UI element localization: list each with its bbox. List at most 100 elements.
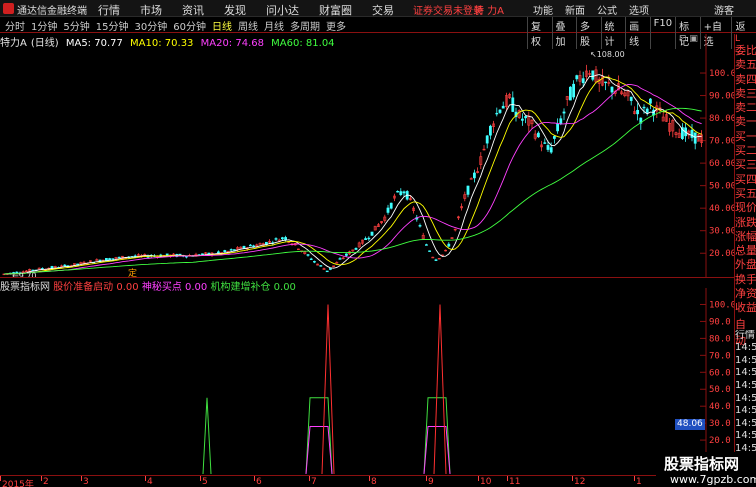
green-plateau <box>305 397 333 475</box>
tick-time-4: 14:5 <box>735 392 756 404</box>
indicator-tick-label: 30.0 <box>709 419 731 429</box>
ma5-line <box>3 74 702 275</box>
candle-body <box>229 249 233 251</box>
tick-time-6: 14:5 <box>735 417 756 429</box>
candle-body <box>447 243 451 247</box>
login-status[interactable]: 证券交易未登录 <box>413 2 483 17</box>
candle-body <box>636 109 640 115</box>
candle-body <box>338 258 342 260</box>
indicator-tick-label: 90.0 <box>709 317 731 327</box>
candle-body <box>402 191 406 194</box>
price-tick-label: 80.00 <box>709 114 734 124</box>
title-stock-name: 特 力A <box>474 6 505 17</box>
menu-formula[interactable]: 公式 <box>591 1 623 18</box>
kline-chart[interactable]: 20.00 30.00 40.00 50.00 60.00 70.00 80.00 90.00… <box>0 34 734 278</box>
indicator-tick-label: 70.0 <box>709 351 731 361</box>
candle-body <box>556 123 560 132</box>
candle-body <box>386 207 390 213</box>
price-tick-label: 90.00 <box>709 92 734 102</box>
x-tick-label: 8 <box>371 477 377 487</box>
x-tick <box>254 476 255 481</box>
indicator-tick-label: 100.0 <box>709 300 734 310</box>
quote-side-panel: L 委比 卖五 卖四 卖三 卖二 卖一 买一 买二 买三 买四 买五 现价 涨跌 涨幅 总量 外盘 换手 净资 收益… <box>734 34 756 487</box>
candle-body <box>562 111 566 114</box>
right-menu: 功能 新面 公式 选项 <box>527 1 655 18</box>
ma60-line <box>3 107 702 275</box>
quote-label-3: 卖三 <box>735 86 756 100</box>
x-tick <box>200 476 201 481</box>
quote-label-10: 买五 <box>735 186 756 200</box>
candle-body <box>485 135 489 144</box>
auto-label[interactable]: 自动 <box>735 316 756 347</box>
period-tabs: 分时 1分钟 5分钟 15分钟 30分钟 60分钟 日线 周线 月线 多周期 更多 <box>2 18 349 33</box>
candle-body <box>63 264 67 267</box>
candle-body <box>501 105 505 109</box>
period-tab-2[interactable]: 5分钟 <box>60 18 92 33</box>
price-tick-label: 100.0 <box>709 69 734 79</box>
x-tick-label: 2 <box>43 477 49 487</box>
watermark: 股票指标网 www.7gpzb.com <box>656 452 756 487</box>
current-value-badge: 48.06 <box>675 419 705 430</box>
period-tab-0[interactable]: 分时 <box>2 18 28 33</box>
period-tab-5[interactable]: 60分钟 <box>170 18 209 33</box>
candle-body <box>249 244 252 247</box>
price-tick-label: 40.00 <box>709 204 734 214</box>
period-tab-7[interactable]: 周线 <box>235 18 261 33</box>
price-tick-label: 70.00 <box>709 137 734 147</box>
period-tab-3[interactable]: 15分钟 <box>93 18 132 33</box>
indicator-chart[interactable]: 10.020.030.040.050.060.070.080.090.0100.… <box>0 288 734 476</box>
indicator-val1: 0.00 <box>116 282 139 293</box>
ma20-value: MA20: 74.68 <box>200 38 264 49</box>
quote-label-5: 卖一 <box>735 115 756 129</box>
quote-label-2: 卖四 <box>735 72 756 86</box>
price-tick-label: 50.00 <box>709 182 734 192</box>
indicator-tick-label: 40.0 <box>709 402 731 412</box>
guest-user[interactable]: 游客 <box>714 2 734 17</box>
candle-body <box>50 266 54 269</box>
quote-label-17: 净资 <box>735 287 756 301</box>
candle-body <box>495 112 499 115</box>
x-tick-label: 9 <box>428 477 434 487</box>
candle-body <box>274 238 278 240</box>
x-tick <box>634 476 635 481</box>
indicator-val2: 0.00 <box>185 282 208 293</box>
chart-settings-icon[interactable]: ⊡ <box>679 34 687 44</box>
candle-body <box>642 106 646 109</box>
period-tab-4[interactable]: 30分钟 <box>131 18 170 33</box>
period-tab-6[interactable]: 日线 <box>209 18 235 33</box>
candle-body <box>309 258 313 261</box>
candle-body <box>498 109 502 113</box>
event-marker[interactable]: 定 <box>128 267 137 278</box>
ma10-value: MA10: 70.33 <box>130 38 194 49</box>
x-tick <box>572 476 573 481</box>
tick-time-1: 14:5 <box>735 354 756 366</box>
menu-options[interactable]: 选项 <box>623 1 655 18</box>
x-tick-label: 2015年 <box>2 480 34 487</box>
ma10-line <box>3 76 702 275</box>
candle-body <box>105 258 108 261</box>
menu-new-page[interactable]: 新面 <box>559 1 591 18</box>
candle-body <box>354 248 358 250</box>
candle-body <box>364 238 368 240</box>
candle-body <box>117 256 121 259</box>
candle-body <box>223 250 227 253</box>
candle-body <box>319 265 323 267</box>
period-tab-8[interactable]: 月线 <box>261 18 287 33</box>
period-tab-10[interactable]: 更多 <box>323 18 349 33</box>
tick-time-0: 14:5 <box>735 342 756 354</box>
period-tab-9[interactable]: 多周期 <box>287 18 323 33</box>
candle-body <box>434 259 438 261</box>
chart-close-icon[interactable]: ▣ <box>689 34 698 44</box>
x-tick <box>0 476 1 481</box>
x-tick-label: 1 <box>636 477 642 487</box>
period-tab-1[interactable]: 1分钟 <box>28 18 60 33</box>
indicator-name[interactable]: 股票指标网 <box>0 282 50 293</box>
candle-body <box>572 83 576 98</box>
red-spike <box>433 304 447 475</box>
quote-label-1: 卖五 <box>735 58 756 72</box>
tick-time-3: 14:5 <box>735 380 756 392</box>
candle-body <box>367 237 371 240</box>
menu-function[interactable]: 功能 <box>527 1 559 18</box>
candle-body <box>399 191 403 196</box>
candle-body <box>693 132 697 144</box>
